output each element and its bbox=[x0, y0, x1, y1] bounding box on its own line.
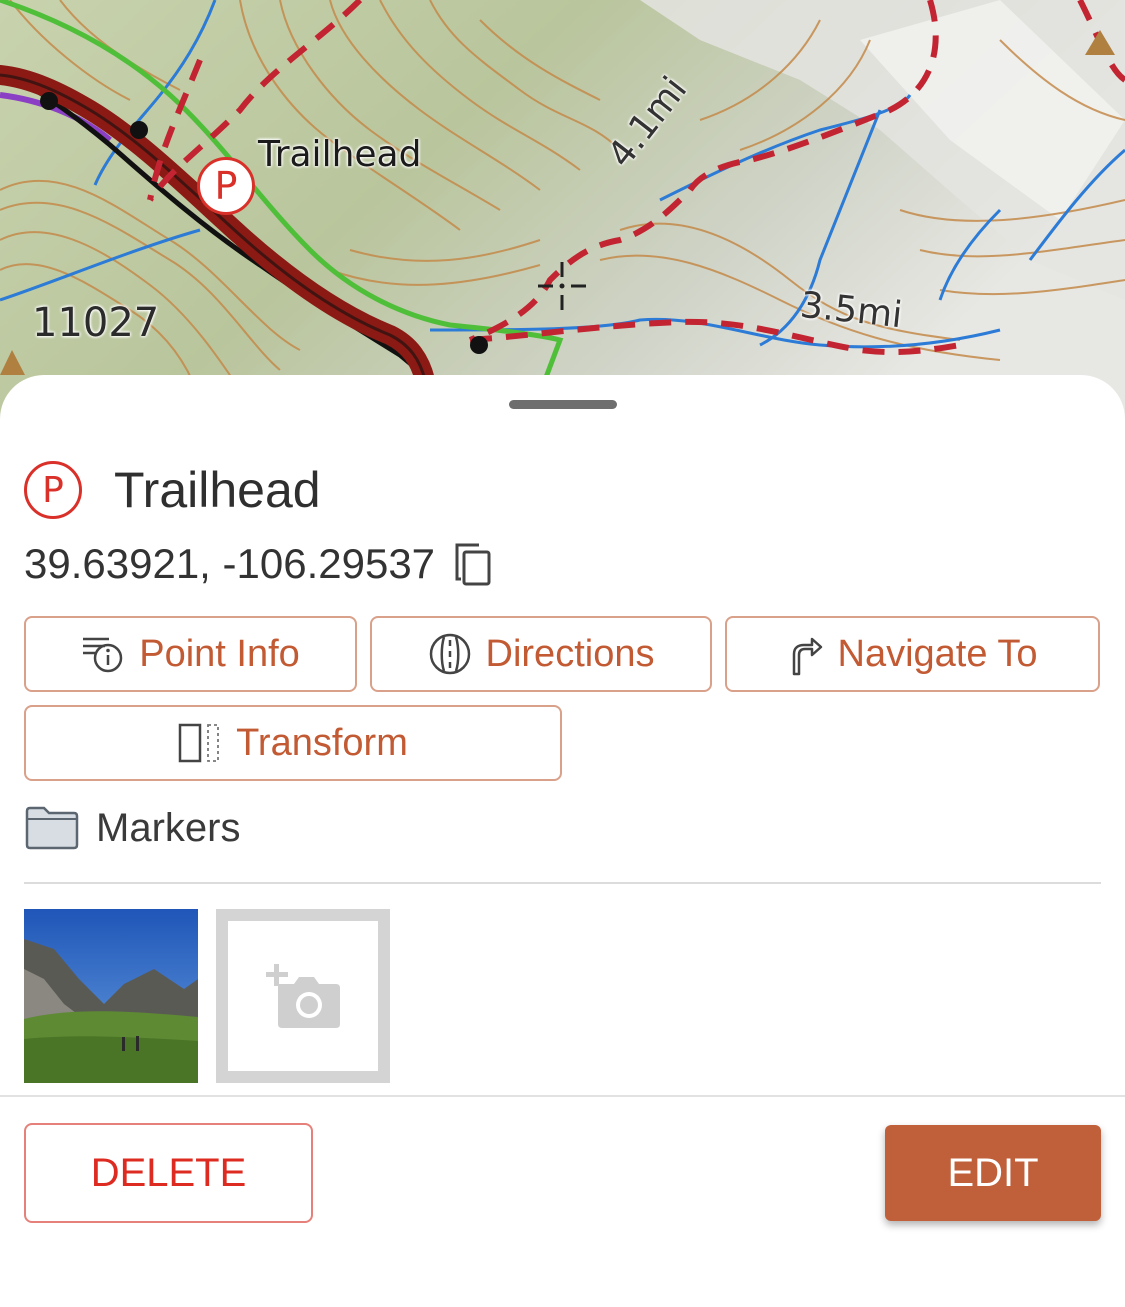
point-info-label: Point Info bbox=[139, 632, 300, 675]
turn-arrow-icon bbox=[792, 637, 822, 676]
transform-button[interactable]: Transform bbox=[24, 705, 562, 781]
elevation-label: 11027 bbox=[32, 300, 160, 346]
point-info-icon bbox=[83, 637, 123, 673]
sheet-drag-handle[interactable] bbox=[509, 400, 617, 409]
coordinates-row: 39.63921, -106.29537 bbox=[24, 540, 493, 588]
add-photo-icon bbox=[266, 964, 340, 1028]
copy-icon[interactable] bbox=[453, 541, 493, 587]
parking-pin-icon: P bbox=[24, 461, 82, 519]
crosshair-icon bbox=[538, 262, 586, 310]
add-photo-button[interactable] bbox=[216, 909, 390, 1083]
photo-thumbnail[interactable] bbox=[24, 909, 198, 1083]
transform-icon bbox=[178, 723, 220, 763]
topo-map[interactable]: P Trailhead 11027 4.1mi 3.5mi bbox=[0, 0, 1125, 420]
waypoint-bottom-sheet: P Trailhead 39.63921, -106.29537 Point I… bbox=[0, 375, 1125, 1307]
edit-button[interactable]: EDIT bbox=[885, 1125, 1101, 1221]
divider bbox=[24, 882, 1101, 884]
divider bbox=[0, 1095, 1125, 1097]
road-directions-icon bbox=[429, 633, 470, 675]
navigate-to-button[interactable]: Navigate To bbox=[725, 616, 1100, 692]
map-pin-label: Trailhead bbox=[258, 134, 422, 175]
navigate-to-label: Navigate To bbox=[837, 632, 1038, 675]
coordinates-text: 39.63921, -106.29537 bbox=[24, 540, 436, 587]
directions-button[interactable]: Directions bbox=[370, 616, 712, 692]
waypoint-header: P Trailhead bbox=[24, 461, 321, 519]
map-canvas[interactable] bbox=[0, 0, 1125, 420]
folder-icon bbox=[25, 806, 79, 850]
folder-row[interactable]: Markers bbox=[24, 805, 240, 851]
map-marker-pin[interactable]: P bbox=[197, 157, 255, 215]
folder-label: Markers bbox=[96, 805, 241, 850]
landscape-photo bbox=[24, 909, 198, 1083]
waypoint-title: Trailhead bbox=[114, 462, 321, 518]
point-info-button[interactable]: Point Info bbox=[24, 616, 357, 692]
delete-button[interactable]: DELETE bbox=[24, 1123, 313, 1223]
transform-label: Transform bbox=[236, 721, 408, 764]
directions-label: Directions bbox=[485, 632, 655, 675]
